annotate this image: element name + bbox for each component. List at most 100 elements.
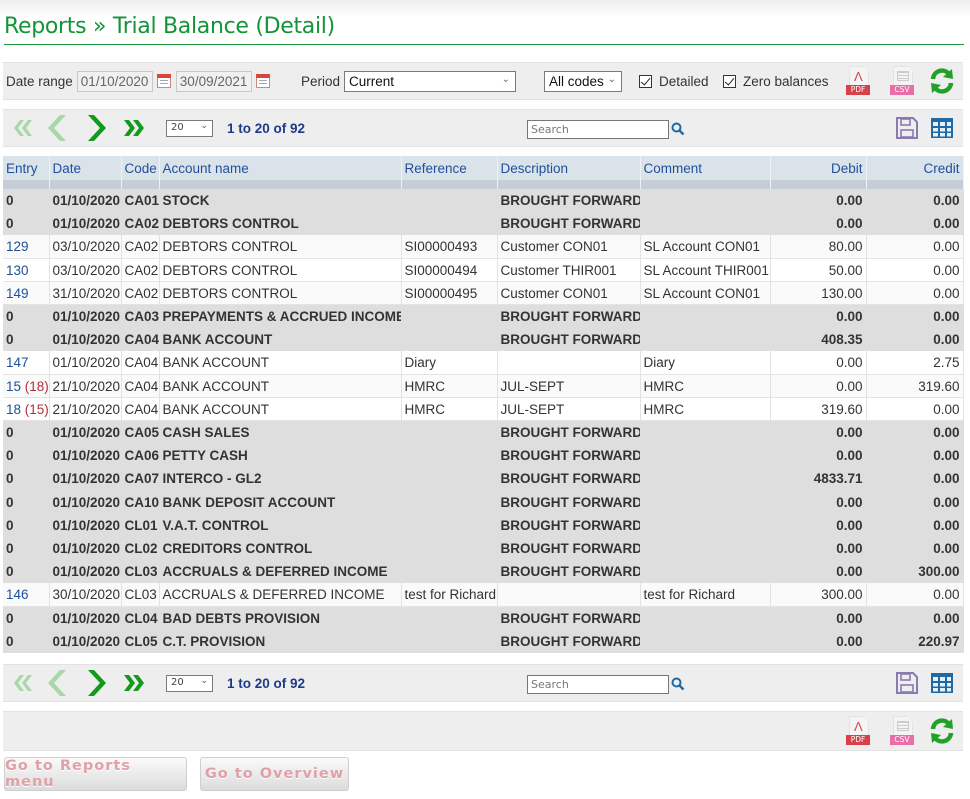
table-row-brought-forward[interactable]: 0 01/10/2020 CA01 STOCK BROUGHT FORWARD 0.00 0… bbox=[3, 189, 964, 213]
search-input[interactable] bbox=[527, 675, 669, 694]
table-row-transaction[interactable]: 15 (18) 21/10/2020 CA04 BANK ACCOUNT HMRC JUL… bbox=[3, 374, 964, 399]
table-row-brought-forward[interactable]: 0 01/10/2020 CA07 INTERCO - GL2 BROUGHT FORW… bbox=[3, 467, 964, 491]
last-page-icon[interactable] bbox=[120, 668, 150, 698]
next-page-icon[interactable] bbox=[83, 668, 113, 698]
cell-description: BROUGHT FORWARD bbox=[497, 304, 641, 329]
table-row-brought-forward[interactable]: 0 01/10/2020 CL01 V.A.T. CONTROL BROUGHT FOR… bbox=[3, 513, 964, 537]
column-header-reference[interactable]: Reference bbox=[401, 156, 498, 180]
cell-description: BROUGHT FORWARD bbox=[497, 189, 641, 213]
refresh-icon[interactable] bbox=[928, 717, 956, 745]
cell-description: BROUGHT FORWARD bbox=[497, 560, 641, 584]
search-input[interactable] bbox=[527, 120, 669, 139]
table-row-transaction[interactable]: 18 (15) 21/10/2020 CA04 BANK ACCOUNT HMRC JUL… bbox=[3, 397, 964, 422]
cell-entry[interactable]: 15 (18) bbox=[3, 374, 50, 399]
pdf-label: PDF bbox=[846, 735, 870, 745]
search-icon[interactable] bbox=[671, 122, 685, 136]
date-to-input[interactable] bbox=[175, 70, 252, 92]
chevron-down-icon: ⌄ bbox=[501, 73, 511, 85]
table-row-brought-forward[interactable]: 0 01/10/2020 CL05 C.T. PROVISION BROUGHT FOR… bbox=[3, 629, 964, 653]
table-row-transaction[interactable]: 129 03/10/2020 CA02 DEBTORS CONTROL SI000004… bbox=[3, 235, 964, 260]
previous-page-icon[interactable] bbox=[41, 113, 71, 143]
first-page-icon[interactable] bbox=[6, 668, 36, 698]
linked-entry-ref[interactable]: (15) bbox=[25, 402, 48, 417]
chevron-down-icon: ⌄ bbox=[607, 73, 616, 85]
go-to-reports-menu-button[interactable]: Go to Reports menu bbox=[4, 757, 187, 791]
pager-bottom: 20 ⌄ 1 to 20 of 92 bbox=[3, 664, 963, 702]
go-to-overview-button[interactable]: Go to Overview bbox=[200, 757, 349, 791]
refresh-icon[interactable] bbox=[928, 67, 956, 95]
cell-entry: 0 bbox=[3, 629, 50, 653]
zero-balances-checkbox[interactable] bbox=[723, 74, 736, 88]
calendar-icon[interactable] bbox=[156, 74, 171, 88]
column-header-debit[interactable]: Debit bbox=[770, 156, 867, 180]
entry-number[interactable]: 130 bbox=[6, 263, 29, 278]
cell-reference: SI00000493 bbox=[401, 235, 498, 260]
table-view-icon[interactable] bbox=[930, 117, 954, 139]
cell-entry[interactable]: 149 bbox=[3, 281, 50, 306]
codes-select[interactable]: All codes ⌄ bbox=[544, 70, 622, 92]
save-icon[interactable] bbox=[895, 671, 919, 695]
date-from-input[interactable] bbox=[76, 70, 153, 92]
pdf-export-icon[interactable]: Λ PDF bbox=[846, 66, 872, 98]
table-row-brought-forward[interactable]: 0 01/10/2020 CA10 BANK DEPOSIT ACCOUNT BROUG… bbox=[3, 490, 964, 514]
cell-code: CL03 bbox=[121, 560, 160, 584]
zero-balances-label: Zero balances bbox=[743, 73, 829, 89]
table-row-brought-forward[interactable]: 0 01/10/2020 CA03 PREPAYMENTS & ACCRUED INC… bbox=[3, 304, 964, 329]
pdf-export-icon[interactable]: Λ PDF bbox=[846, 716, 872, 748]
calendar-icon[interactable] bbox=[255, 74, 270, 88]
table-row-brought-forward[interactable]: 0 01/10/2020 CA05 CASH SALES BROUGHT FORWARD… bbox=[3, 420, 964, 445]
next-page-icon[interactable] bbox=[83, 113, 113, 143]
cell-entry[interactable]: 18 (15) bbox=[3, 397, 50, 422]
entry-number[interactable]: 129 bbox=[6, 239, 29, 254]
entry-number[interactable]: 149 bbox=[6, 286, 29, 301]
cell-account-name: BANK DEPOSIT ACCOUNT bbox=[159, 490, 402, 514]
table-row-transaction[interactable]: 146 30/10/2020 CL03 ACCRUALS & DEFERRED INC… bbox=[3, 583, 964, 607]
csv-export-icon[interactable]: CSV bbox=[890, 66, 916, 98]
cell-account-name: PREPAYMENTS & ACCRUED INCOME bbox=[159, 304, 402, 329]
cell-credit: 220.97 bbox=[866, 629, 964, 653]
table-row-brought-forward[interactable]: 0 01/10/2020 CA04 BANK ACCOUNT BROUGHT FORWA… bbox=[3, 328, 964, 352]
entry-number[interactable]: 18 bbox=[6, 402, 21, 417]
column-header-description[interactable]: Description bbox=[497, 156, 641, 180]
cell-entry[interactable]: 146 bbox=[3, 583, 50, 607]
column-header-comment[interactable]: Comment bbox=[640, 156, 771, 180]
zero-balances-checkbox-group[interactable]: Zero balances bbox=[723, 63, 829, 99]
search-icon[interactable] bbox=[671, 677, 685, 691]
table-row-brought-forward[interactable]: 0 01/10/2020 CL04 BAD DEBTS PROVISION BROUGH… bbox=[3, 606, 964, 630]
csv-export-icon[interactable]: CSV bbox=[890, 716, 916, 748]
period-select[interactable]: Current ⌄ bbox=[344, 70, 517, 92]
chevron-down-icon: ⌄ bbox=[200, 676, 208, 686]
table-row-brought-forward[interactable]: 0 01/10/2020 CA06 PETTY CASH BROUGHT FORWARD… bbox=[3, 444, 964, 468]
cell-date: 01/10/2020 bbox=[49, 629, 122, 653]
cell-entry[interactable]: 147 bbox=[3, 351, 50, 376]
entry-number[interactable]: 15 bbox=[6, 379, 21, 394]
previous-page-icon[interactable] bbox=[41, 668, 71, 698]
last-page-icon[interactable] bbox=[120, 113, 150, 143]
cell-entry[interactable]: 130 bbox=[3, 258, 50, 283]
table-row-transaction[interactable]: 147 01/10/2020 CA04 BANK ACCOUNT Diary Diary 0… bbox=[3, 351, 964, 376]
entry-number[interactable]: 146 bbox=[6, 587, 29, 602]
save-icon[interactable] bbox=[895, 116, 919, 140]
cell-debit: 80.00 bbox=[770, 235, 867, 260]
column-header-code[interactable]: Code bbox=[121, 156, 160, 180]
table-row-brought-forward[interactable]: 0 01/10/2020 CL03 ACCRUALS & DEFERRED INCOM… bbox=[3, 560, 964, 584]
column-header-date[interactable]: Date bbox=[49, 156, 122, 180]
table-row-brought-forward[interactable]: 0 01/10/2020 CA02 DEBTORS CONTROL BROUGHT FO… bbox=[3, 212, 964, 236]
detailed-checkbox[interactable] bbox=[639, 74, 652, 88]
table-row-brought-forward[interactable]: 0 01/10/2020 CL02 CREDITORS CONTROL BROUGHT … bbox=[3, 536, 964, 560]
column-header-entry[interactable]: Entry bbox=[3, 156, 50, 180]
first-page-icon[interactable] bbox=[6, 113, 36, 143]
column-header-account-name[interactable]: Account name bbox=[159, 156, 402, 180]
cell-entry[interactable]: 129 bbox=[3, 235, 50, 260]
linked-entry-ref[interactable]: (18) bbox=[25, 379, 48, 394]
table-view-icon[interactable] bbox=[930, 672, 954, 694]
cell-credit: 0.00 bbox=[866, 420, 964, 445]
entry-number[interactable]: 147 bbox=[6, 355, 29, 370]
cell-credit: 0.00 bbox=[866, 397, 964, 422]
detailed-checkbox-group[interactable]: Detailed bbox=[639, 63, 709, 99]
page-size-select[interactable]: 20 ⌄ bbox=[166, 120, 213, 137]
table-row-transaction[interactable]: 149 31/10/2020 CA02 DEBTORS CONTROL SI000004… bbox=[3, 281, 964, 306]
page-size-select[interactable]: 20 ⌄ bbox=[166, 675, 213, 692]
table-row-transaction[interactable]: 130 03/10/2020 CA02 DEBTORS CONTROL SI000004… bbox=[3, 258, 964, 283]
column-header-credit[interactable]: Credit bbox=[866, 156, 964, 180]
